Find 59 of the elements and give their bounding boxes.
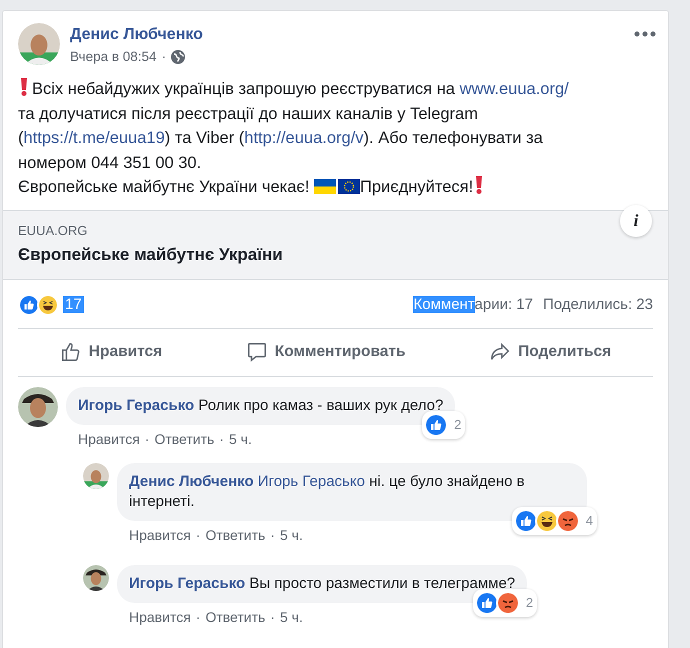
exclamation-icon (475, 176, 484, 194)
thumbs-up-icon (60, 340, 82, 362)
share-action-button[interactable]: Поделиться (481, 336, 620, 366)
info-button[interactable]: i (620, 204, 652, 236)
comment-author-link[interactable]: Игорь Герасько (129, 574, 246, 592)
flag-icon (338, 179, 360, 194)
post-message: Всіх небайдужих українців запрошую реєструватися на www.euua.org/ та долучатися після реєстрації до наших каналів у Telegram (https://t.me/euua19) та Viber (http://euua.org/v). Або телефонувати за номером 044 351 00 30. Європейське майбутнє України чекає! Приєднуйтеся! (17, 77, 570, 198)
avatar[interactable] (83, 564, 109, 590)
angry-reaction-icon (496, 590, 520, 614)
separator: · (270, 526, 275, 542)
laughing-reaction-icon (534, 508, 559, 532)
like-link[interactable]: Нравится (129, 526, 191, 542)
comment-author-link[interactable]: Денис Любченко (129, 472, 254, 490)
like-reaction-icon (18, 294, 40, 316)
exclamation-icon (20, 78, 28, 96)
separator: · (270, 608, 275, 624)
link-title: Європейське майбутнє України (18, 244, 284, 264)
like-reaction-icon (474, 590, 499, 614)
comment-text: Игорь Герасько Вы просто разместили в телеграмме? (129, 574, 516, 592)
comment-time[interactable]: 5 ч. (280, 526, 303, 542)
separator: · (162, 49, 166, 64)
shares-count[interactable]: Поделились: 23 (543, 296, 653, 313)
speech-bubble-icon (246, 340, 268, 362)
share-arrow-icon (489, 340, 512, 362)
separator: · (196, 608, 200, 624)
comment-author-link[interactable]: Игорь Герасько (78, 396, 194, 414)
like-reaction-icon (514, 508, 538, 532)
separator: · (196, 526, 200, 542)
message-link[interactable]: http://euua.org/v (244, 129, 364, 147)
angry-reaction-icon (556, 508, 580, 532)
comment-text: Денис Любченко Игорь Герасько ні. це було знайдено в інтернеті. (129, 472, 525, 510)
reaction-summary[interactable]: 4 (512, 506, 597, 534)
comment-time[interactable]: 5 ч. (228, 430, 252, 446)
author-name[interactable]: Денис Любченко (70, 26, 624, 44)
comment-text: Игорь Герасько Ролик про камаз - ваших рук дело? (78, 396, 444, 414)
reply-link[interactable]: Ответить (205, 526, 266, 542)
like-action-button[interactable]: Нравится (52, 336, 170, 366)
message-link[interactable]: www.euua.org/ (460, 80, 569, 98)
more-options-icon[interactable] (634, 31, 656, 37)
like-link[interactable]: Нравится (129, 608, 191, 624)
separator: · (219, 430, 224, 446)
like-link[interactable]: Нравится (78, 430, 140, 446)
laughing-reaction-icon (37, 294, 59, 316)
comment-time[interactable]: 5 ч. (280, 608, 303, 624)
message-link[interactable]: https://t.me/euua19 (24, 129, 165, 147)
comment-action-button[interactable]: Комментировать (238, 336, 414, 366)
separator: · (144, 430, 150, 446)
avatar[interactable] (18, 386, 58, 426)
reply-link[interactable]: Ответить (205, 608, 266, 624)
flag-icon (314, 179, 336, 194)
like-reaction-icon (424, 412, 448, 436)
reaction-count[interactable]: 17 (63, 296, 84, 313)
link-domain: EUUA.ORG (18, 222, 88, 238)
reaction-summary[interactable]: 2 (472, 588, 538, 616)
reply-link[interactable]: Ответить (154, 430, 214, 446)
mention-link[interactable]: Игорь Герасько (258, 472, 365, 490)
globe-icon (171, 50, 186, 64)
post-time[interactable]: Вчера в 08:54 (70, 49, 157, 64)
reaction-summary[interactable]: 2 (422, 410, 466, 438)
